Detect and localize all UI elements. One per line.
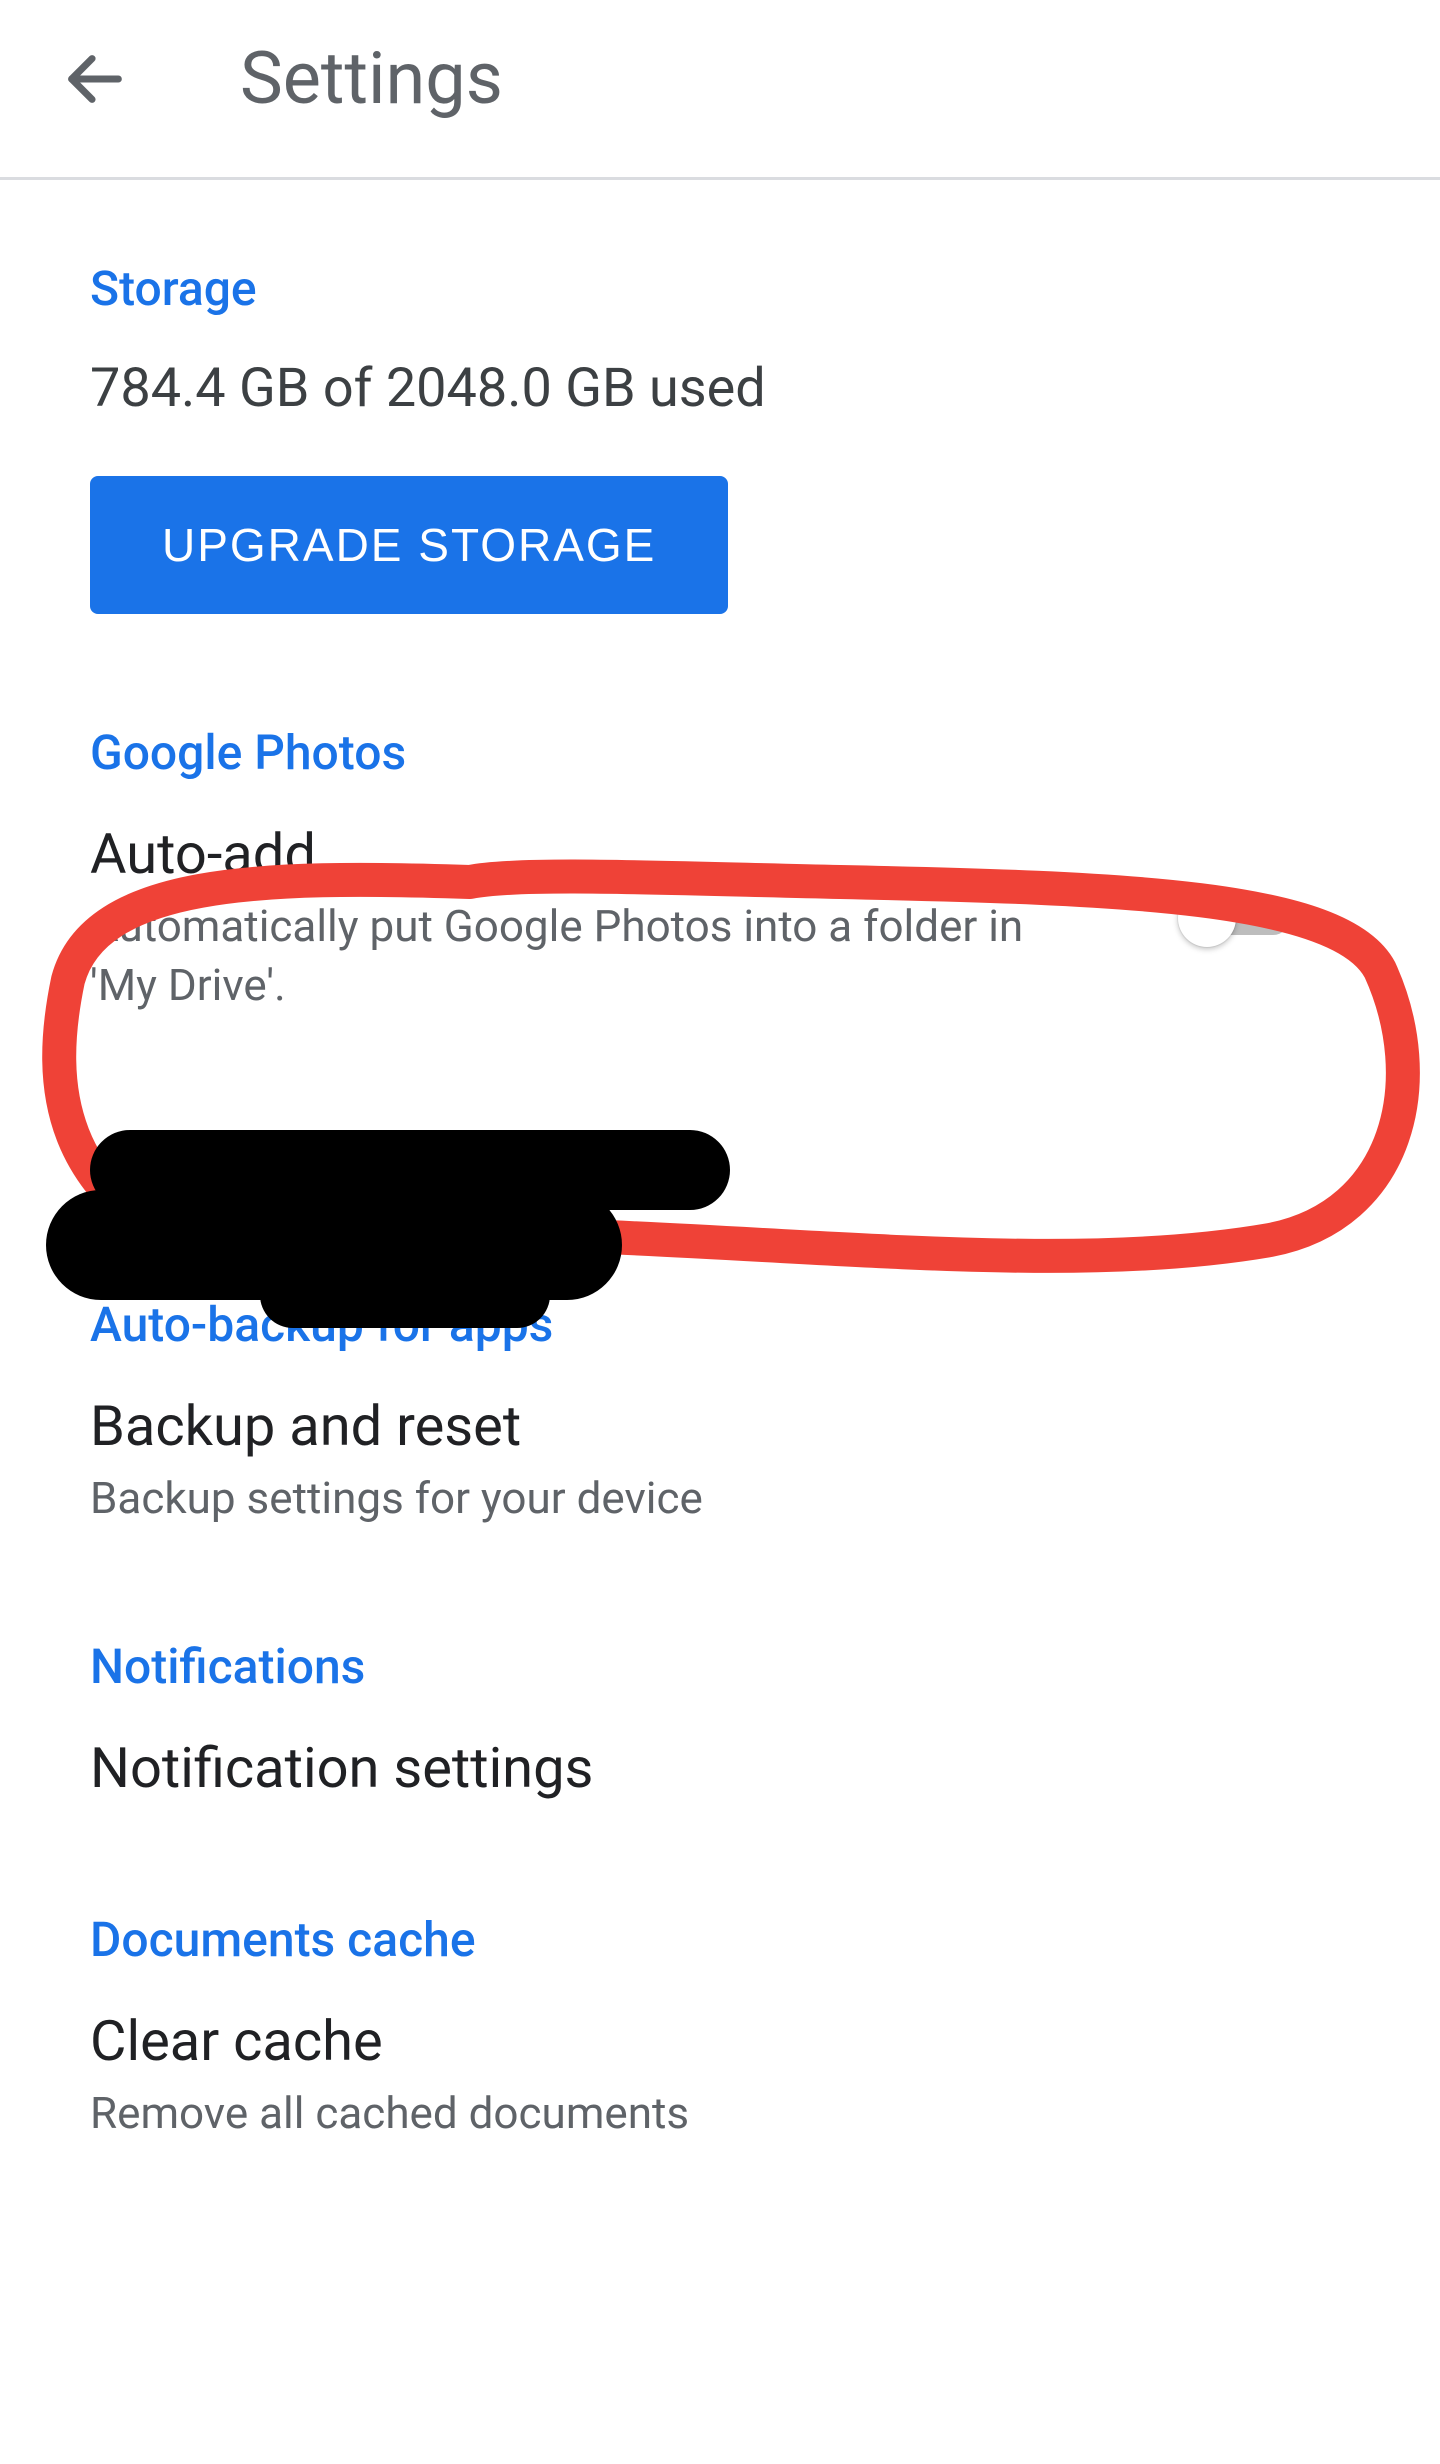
section-title-documents-cache: Documents cache xyxy=(90,1911,1350,1968)
clear-cache-subtitle: Remove all cached documents xyxy=(90,2084,1090,2143)
section-documents-cache: Documents cache Clear cache Remove all c… xyxy=(90,1911,1350,2143)
notification-settings-title: Notification settings xyxy=(90,1735,1350,1801)
storage-usage-text: 784.4 GB of 2048.0 GB used xyxy=(90,357,1350,420)
settings-content: Storage 784.4 GB of 2048.0 GB used UPGRA… xyxy=(0,180,1440,2144)
auto-add-toggle[interactable] xyxy=(1180,888,1290,948)
setting-notification-settings[interactable]: Notification settings xyxy=(90,1735,1350,1801)
auto-add-subtitle: Automatically put Google Photos into a f… xyxy=(90,897,1090,1016)
section-google-photos: Google Photos Auto-add Automatically put… xyxy=(90,724,1350,1016)
section-auto-backup: Auto-backup for apps Backup and reset Ba… xyxy=(90,1296,1350,1528)
section-title-google-photos: Google Photos xyxy=(90,724,1350,781)
section-title-auto-backup: Auto-backup for apps xyxy=(90,1296,1350,1353)
backup-reset-title: Backup and reset xyxy=(90,1393,1350,1459)
setting-backup-reset[interactable]: Backup and reset Backup settings for you… xyxy=(90,1393,1350,1528)
setting-clear-cache[interactable]: Clear cache Remove all cached documents xyxy=(90,2008,1350,2143)
section-title-notifications: Notifications xyxy=(90,1638,1350,1695)
page-title: Settings xyxy=(240,36,503,121)
app-header: Settings xyxy=(0,0,1440,180)
setting-auto-add[interactable]: Auto-add Automatically put Google Photos… xyxy=(90,821,1350,1016)
section-storage: Storage 784.4 GB of 2048.0 GB used UPGRA… xyxy=(90,260,1350,614)
auto-add-title: Auto-add xyxy=(90,821,1350,887)
section-notifications: Notifications Notification settings xyxy=(90,1638,1350,1801)
upgrade-storage-button[interactable]: UPGRADE STORAGE xyxy=(90,476,728,614)
clear-cache-title: Clear cache xyxy=(90,2008,1350,2074)
backup-reset-subtitle: Backup settings for your device xyxy=(90,1469,1090,1528)
section-title-storage: Storage xyxy=(90,260,1350,317)
toggle-thumb xyxy=(1178,889,1236,947)
back-arrow-icon[interactable] xyxy=(60,44,130,114)
